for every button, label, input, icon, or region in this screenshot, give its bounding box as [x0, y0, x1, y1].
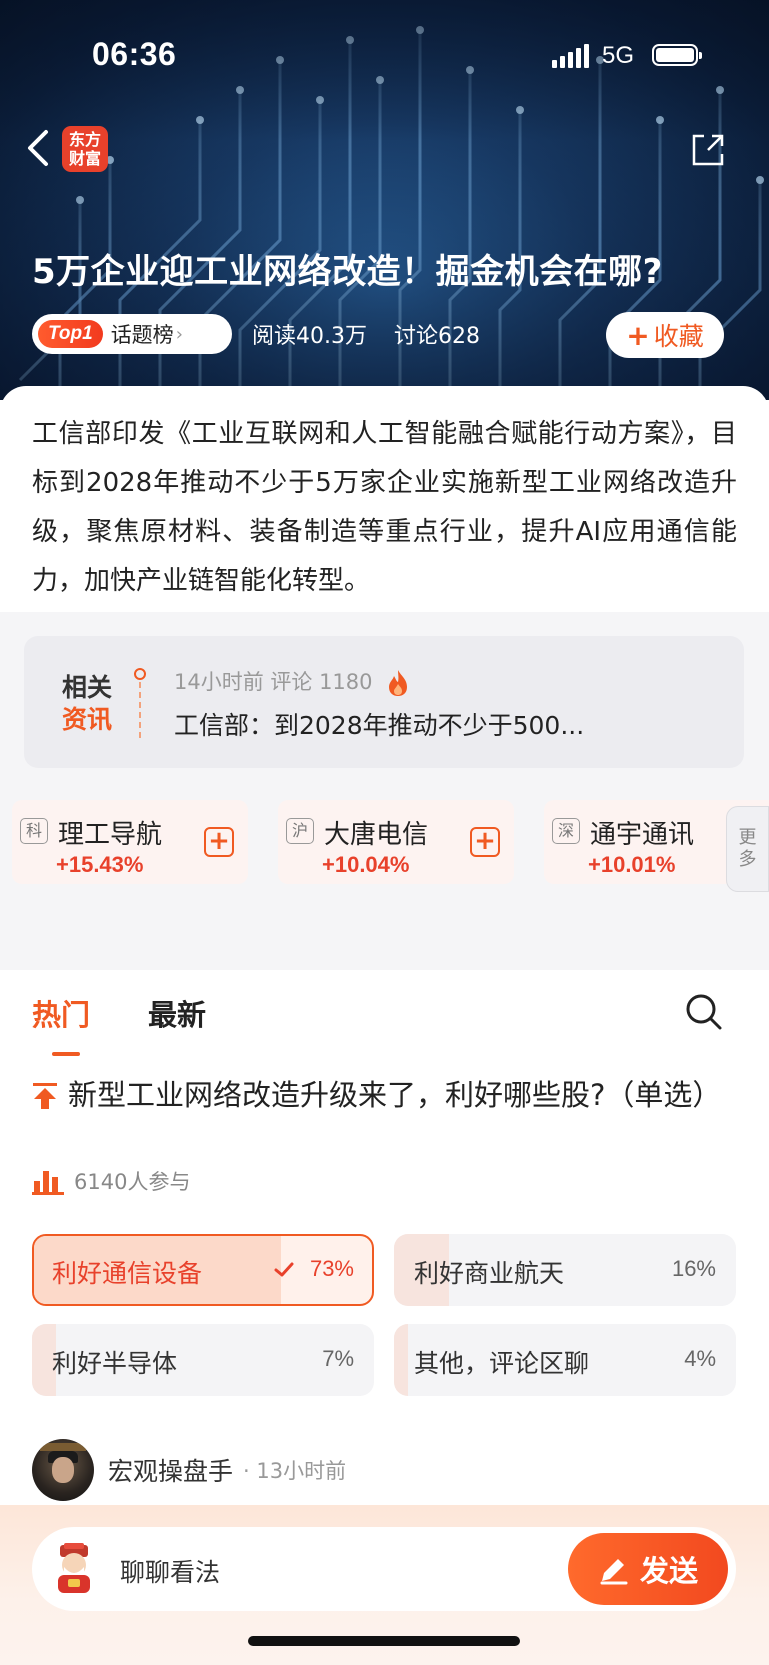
chevron-left-icon: [28, 130, 48, 166]
chevron-right-icon: ›: [175, 323, 183, 345]
poll-option-percent: 73%: [309, 1256, 354, 1281]
tab-latest[interactable]: 最新: [148, 992, 206, 1034]
poll-option-percent: 7%: [322, 1346, 354, 1371]
share-button[interactable]: [690, 132, 726, 168]
poll-option-label: 利好通信设备: [52, 1259, 203, 1288]
stock-name: 理工导航: [58, 820, 163, 850]
poll-option[interactable]: 利好商业航天 16%: [394, 1234, 736, 1306]
poll-option[interactable]: 利好通信设备 73%: [32, 1234, 374, 1306]
related-news-title: 工信部：到2028年推动不少于500...: [174, 711, 585, 740]
related-news-meta: 14小时前 评论 1180: [174, 666, 411, 698]
poll-question-text: 新型工业网络改造升级来了，利好哪些股?（单选）: [68, 1078, 722, 1112]
poll-option-label: 利好半导体: [52, 1349, 178, 1378]
add-watchlist-button[interactable]: +: [204, 827, 234, 857]
add-watchlist-button[interactable]: +: [470, 827, 500, 857]
fire-icon: [389, 670, 408, 696]
related-label-line-2: 资讯: [62, 705, 113, 734]
mascot-icon: [58, 1543, 90, 1593]
share-icon: [692, 134, 724, 166]
topic-rank-label: 话题榜: [110, 323, 174, 347]
poll-option-label: 其他，评论区聊: [414, 1349, 590, 1378]
more-stocks-button[interactable]: 更 多: [726, 806, 769, 892]
topic-summary-card: 工信部印发《工业互联网和人工智能融合赋能行动方案》，目标到2028年推动不少于5…: [0, 386, 769, 626]
timeline-dot: [134, 668, 146, 680]
discussion-count: 讨论628: [394, 324, 480, 349]
poll-option[interactable]: 其他，评论区聊 4%: [394, 1324, 736, 1396]
status-time: 06:36: [92, 36, 177, 72]
tab-hot[interactable]: 热门: [32, 992, 90, 1034]
collect-button[interactable]: + 收藏: [606, 312, 724, 358]
avatar[interactable]: [32, 1439, 94, 1501]
stock-change: +10.01%: [588, 852, 676, 877]
pen-icon: [600, 1559, 628, 1585]
poll-option[interactable]: 利好半导体 7%: [32, 1324, 374, 1396]
poll-option-percent: 4%: [684, 1346, 716, 1371]
logo-line-1: 东方: [68, 130, 101, 149]
top1-badge: Top1: [38, 320, 103, 348]
market-tag: 科: [20, 818, 48, 844]
search-button[interactable]: [684, 992, 724, 1032]
more-label-2: 多: [738, 849, 757, 870]
battery-icon: [652, 44, 702, 66]
related-stocks-row: 科 理工导航 +15.43% + 沪 大唐电信 +10.04% + 深 通宇通讯…: [12, 800, 769, 888]
related-label-line-1: 相关: [62, 673, 113, 702]
search-icon: [686, 994, 722, 1030]
stock-name: 通宇通讯: [590, 820, 695, 850]
send-button[interactable]: 发送: [568, 1533, 728, 1605]
market-tag: 深: [552, 818, 580, 844]
status-bar: 06:36 5G: [0, 0, 769, 110]
stock-card[interactable]: 科 理工导航 +15.43% +: [12, 800, 248, 884]
bar-chart-icon: [32, 1171, 64, 1195]
home-indicator: [248, 1636, 520, 1646]
stock-card[interactable]: 沪 大唐电信 +10.04% +: [278, 800, 514, 884]
topic-summary-text: 工信部印发《工业互联网和人工智能融合赋能行动方案》，目标到2028年推动不少于5…: [32, 419, 737, 596]
app-logo: 东方 财富: [62, 126, 108, 172]
topic-rank-badge[interactable]: Top1 话题榜 ›: [32, 314, 232, 354]
post-time: · 13小时前: [243, 1459, 347, 1483]
stock-name: 大唐电信: [324, 820, 429, 850]
post-author-row[interactable]: 宏观操盘手 · 13小时前: [32, 1439, 347, 1501]
stock-change: +10.04%: [322, 852, 410, 877]
active-tab-indicator: [52, 1052, 80, 1056]
related-news-label: 相关 资讯: [62, 672, 112, 736]
collect-label: 收藏: [653, 322, 704, 351]
pin-top-icon: [33, 1083, 57, 1109]
related-news-time-comments: 14小时前 评论 1180: [174, 670, 373, 694]
participants-count: 6140人参与: [74, 1170, 191, 1194]
comment-placeholder: 聊聊看法: [120, 1558, 221, 1587]
read-count: 阅读40.3万: [252, 324, 367, 349]
logo-line-2: 财富: [68, 149, 101, 168]
poll-question: 新型工业网络改造升级来了，利好哪些股?（单选）: [32, 1072, 742, 1118]
stock-change: +15.43%: [56, 852, 144, 877]
timeline-line: [139, 682, 141, 738]
more-label-1: 更: [738, 827, 757, 848]
plus-icon: +: [626, 318, 650, 352]
poll-option-percent: 16%: [671, 1256, 716, 1281]
poll-option-label: 利好商业航天: [414, 1259, 565, 1288]
author-name[interactable]: 宏观操盘手: [108, 1452, 233, 1488]
poll-participants: 6140人参与: [32, 1166, 190, 1196]
network-type: 5G: [602, 42, 635, 69]
market-tag: 沪: [286, 818, 314, 844]
page-title: 5万企业迎工业网络改造！掘金机会在哪?: [32, 252, 663, 292]
feed-tabs: 热门 最新: [0, 970, 769, 1056]
check-icon: [274, 1262, 294, 1277]
topic-stats: 阅读40.3万 讨论628: [252, 318, 500, 350]
send-label: 发送: [639, 1554, 698, 1588]
comment-input[interactable]: 聊聊看法 发送: [32, 1527, 736, 1611]
related-news-card[interactable]: 相关 资讯 14小时前 评论 1180 工信部：到2028年推动不少于500..…: [24, 636, 744, 768]
signal-icon: [552, 42, 589, 68]
poll-option-bar: [394, 1324, 408, 1396]
back-button[interactable]: [24, 126, 54, 170]
